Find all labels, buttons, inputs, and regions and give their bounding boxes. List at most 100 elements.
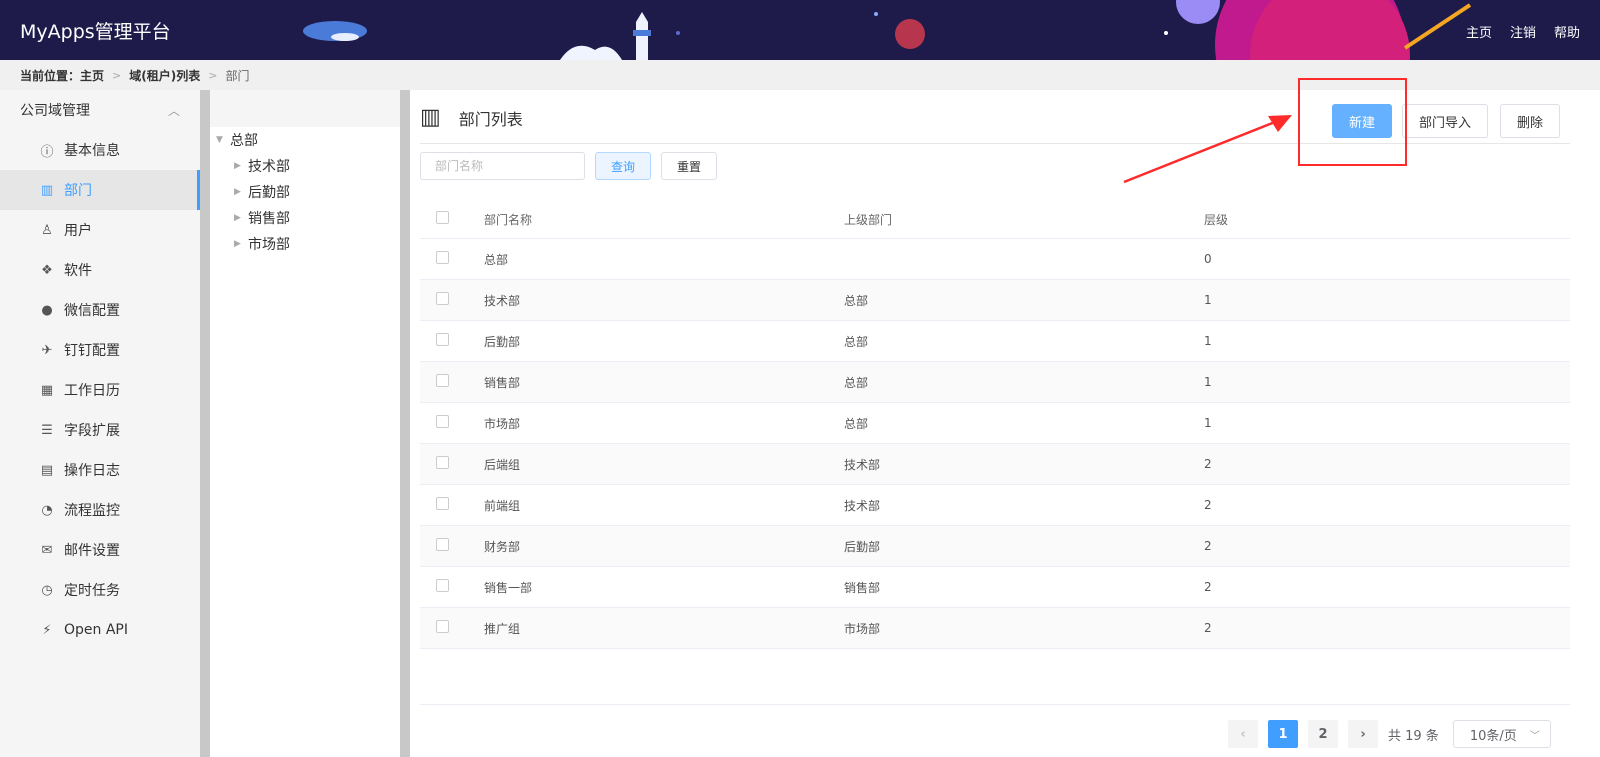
tree-node-child[interactable]: ▶ 后勤部 [210, 179, 400, 205]
row-checkbox[interactable] [436, 292, 449, 305]
sidebar-item-user[interactable]: ♙ 用户 [0, 210, 200, 250]
row-checkbox[interactable] [436, 251, 449, 264]
sidebar: 公司域管理 ︿ ⓘ 基本信息 ▥ 部门 ♙ 用户 ❖ 软件 ● 微信配置 ✈ 钉… [0, 90, 200, 757]
sidebar-item-flow-monitor[interactable]: ◔ 流程监控 [0, 490, 200, 530]
nav-logout-link[interactable]: 注销 [1510, 22, 1536, 41]
row-checkbox[interactable] [436, 333, 449, 346]
user-icon: ♙ [41, 222, 53, 238]
sidebar-item-label: 微信配置 [64, 303, 120, 319]
cell-parent-department: 市场部 [844, 621, 881, 636]
total-count: 共 19 条 [1388, 728, 1439, 744]
sidebar-item-field-extension[interactable]: ☰ 字段扩展 [0, 410, 200, 450]
page-title: 部门列表 [458, 109, 523, 129]
breadcrumb-tenant-list[interactable]: 域(租户)列表 [129, 67, 200, 84]
sidebar-item-dingtalk-config[interactable]: ✈ 钉钉配置 [0, 330, 200, 370]
cell-department-name: 总部 [484, 252, 509, 267]
sidebar-item-scheduled-tasks[interactable]: ◷ 定时任务 [0, 570, 200, 610]
next-page-button[interactable]: › [1348, 720, 1378, 748]
sidebar-item-label: 定时任务 [64, 583, 120, 599]
pagination: ‹ 1 2 › 共 19 条 10条/页 ﹀ [1228, 720, 1551, 748]
sidebar-item-basic-info[interactable]: ⓘ 基本信息 [0, 130, 200, 170]
cell-department-name: 技术部 [484, 293, 521, 308]
tree-node-label: 技术部 [248, 159, 290, 175]
delete-button[interactable]: 删除 [1500, 104, 1560, 138]
sidebar-scrollbar[interactable] [200, 90, 210, 757]
space-banner-decoration [303, 0, 1472, 60]
caret-right-icon[interactable]: ▶ [234, 239, 248, 249]
table-row[interactable]: 技术部 总部 1 [420, 280, 1570, 321]
row-checkbox[interactable] [436, 620, 449, 633]
sidebar-item-label: 用户 [64, 223, 92, 239]
table-row[interactable]: 总部 0 [420, 239, 1570, 280]
sidebar-item-open-api[interactable]: ⚡ Open API [0, 610, 200, 650]
sidebar-item-label: 软件 [64, 263, 92, 279]
table-row[interactable]: 市场部 总部 1 [420, 403, 1570, 444]
row-checkbox[interactable] [436, 456, 449, 469]
reset-button[interactable]: 重置 [661, 152, 717, 180]
query-button[interactable]: 查询 [595, 152, 651, 180]
header-nav: 主页 注销 帮助 [1466, 22, 1580, 41]
nav-help-link[interactable]: 帮助 [1554, 22, 1580, 41]
caret-down-icon[interactable]: ▼ [216, 135, 230, 145]
calendar-icon: ▦ [40, 382, 54, 398]
envelope-icon: ✉ [41, 542, 53, 558]
sidebar-item-software[interactable]: ❖ 软件 [0, 250, 200, 290]
log-icon: ▤ [40, 462, 54, 478]
caret-right-icon[interactable]: ▶ [234, 213, 248, 223]
table-row[interactable]: 前端组 技术部 2 [420, 485, 1570, 526]
import-button[interactable]: 部门导入 [1402, 104, 1488, 138]
sidebar-item-work-calendar[interactable]: ▦ 工作日历 [0, 370, 200, 410]
table-row[interactable]: 销售部 总部 1 [420, 362, 1570, 403]
page-header: ▥ 部门列表 [420, 105, 523, 130]
column-header-name: 部门名称 [484, 212, 533, 227]
row-checkbox[interactable] [436, 497, 449, 510]
cell-parent-department: 总部 [844, 416, 869, 431]
table-row[interactable]: 后勤部 总部 1 [420, 321, 1570, 362]
sidebar-item-wechat-config[interactable]: ● 微信配置 [0, 290, 200, 330]
tree-node-child[interactable]: ▶ 销售部 [210, 205, 400, 231]
tree-scrollbar[interactable] [400, 90, 410, 757]
breadcrumb-home[interactable]: 主页 [80, 67, 104, 84]
cell-department-name: 销售部 [484, 375, 521, 390]
nav-home-link[interactable]: 主页 [1466, 22, 1492, 41]
building-icon: ▥ [420, 105, 441, 130]
select-all-checkbox[interactable] [436, 211, 449, 224]
column-header-parent: 上级部门 [844, 212, 893, 227]
page-size-value: 10条/页 [1469, 728, 1517, 744]
table-row[interactable]: 推广组 市场部 2 [420, 608, 1570, 649]
table-row[interactable]: 财务部 后勤部 2 [420, 526, 1570, 567]
breadcrumb-current: 部门 [225, 68, 250, 83]
row-checkbox[interactable] [436, 538, 449, 551]
table-row[interactable]: 销售一部 销售部 2 [420, 567, 1570, 608]
row-checkbox[interactable] [436, 415, 449, 428]
cell-level: 1 [1204, 293, 1212, 307]
sidebar-group-label: 公司域管理 [20, 103, 90, 119]
sidebar-item-operation-log[interactable]: ▤ 操作日志 [0, 450, 200, 490]
main-content: ▥ 部门列表 新建 部门导入 删除 查询 重置 部门名称 上级部门 层级 总部 … [410, 90, 1600, 757]
row-checkbox[interactable] [436, 374, 449, 387]
page-button[interactable]: 2 [1308, 720, 1338, 748]
sidebar-item-label: 工作日历 [64, 383, 120, 399]
sidebar-group-company-domain[interactable]: 公司域管理 ︿ [0, 90, 200, 130]
building-icon: ▥ [40, 182, 54, 198]
tree-node-label: 总部 [230, 133, 258, 149]
prev-page-button[interactable]: ‹ [1228, 720, 1258, 748]
cell-level: 1 [1204, 375, 1212, 389]
sliders-icon: ☰ [41, 422, 53, 438]
cell-level: 0 [1204, 252, 1212, 266]
page-size-select[interactable]: 10条/页 ﹀ [1452, 720, 1551, 748]
department-name-search-input[interactable] [420, 152, 585, 180]
sidebar-item-mail-settings[interactable]: ✉ 邮件设置 [0, 530, 200, 570]
tree-node-child[interactable]: ▶ 技术部 [210, 153, 400, 179]
caret-right-icon[interactable]: ▶ [234, 161, 248, 171]
page-button[interactable]: 1 [1268, 720, 1298, 748]
row-checkbox[interactable] [436, 579, 449, 592]
table-row[interactable]: 后端组 技术部 2 [420, 444, 1570, 485]
caret-right-icon[interactable]: ▶ [234, 187, 248, 197]
wechat-icon: ● [41, 302, 53, 318]
tree-node-root[interactable]: ▼ 总部 [210, 127, 400, 153]
breadcrumb-label: 当前位置： [20, 68, 81, 83]
sidebar-item-department[interactable]: ▥ 部门 [0, 170, 200, 210]
tree-node-child[interactable]: ▶ 市场部 [210, 231, 400, 257]
cell-level: 1 [1204, 334, 1212, 348]
